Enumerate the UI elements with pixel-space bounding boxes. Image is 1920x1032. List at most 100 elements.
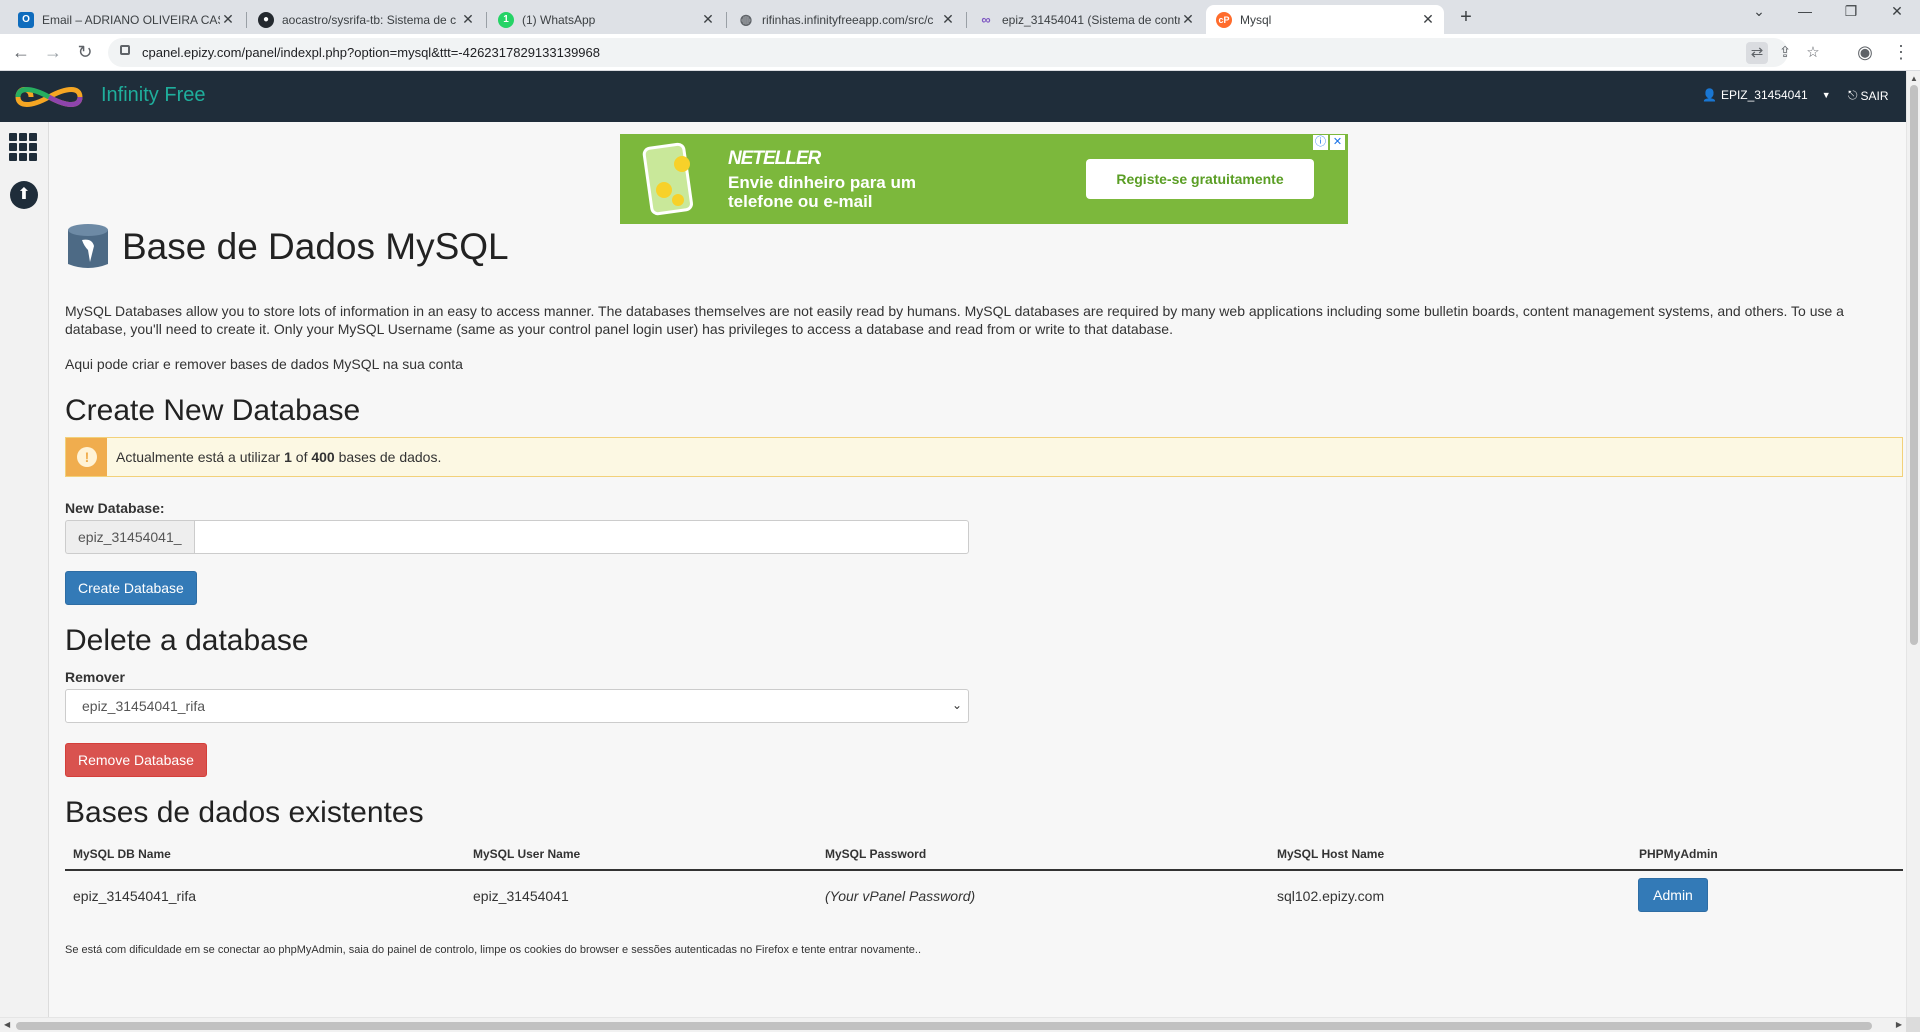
- close-icon[interactable]: ✕: [460, 11, 476, 28]
- upload-icon[interactable]: ⬆: [10, 181, 38, 209]
- horizontal-scroll-thumb[interactable]: [16, 1022, 1872, 1030]
- window-close-icon[interactable]: ✕: [1874, 3, 1920, 20]
- tab-divider: [246, 12, 247, 28]
- create-database-button[interactable]: Create Database: [65, 571, 197, 605]
- browser-tab-github[interactable]: ● aocastro/sysrifa-tb: Sistema de c ✕: [248, 5, 484, 34]
- new-database-input[interactable]: [194, 520, 969, 554]
- scroll-left-icon[interactable]: ◀: [4, 1020, 10, 1029]
- logout-button[interactable]: ⎋ SAIR: [1848, 88, 1889, 103]
- close-icon[interactable]: ✕: [700, 11, 716, 28]
- ad-brand: NETELLER: [728, 148, 821, 169]
- logout-icon: ⎋: [1848, 88, 1858, 102]
- table-header: MySQL DB Name MySQL User Name MySQL Pass…: [65, 838, 1903, 871]
- info-icon[interactable]: ⓘ: [1313, 135, 1328, 150]
- browser-tab-epiz[interactable]: ∞ epiz_31454041 (Sistema de contr ✕: [968, 5, 1204, 34]
- browser-tab-rifinhas[interactable]: ◍ rifinhas.infinityfreeapp.com/src/c ✕: [728, 5, 964, 34]
- column-header: MySQL Password: [825, 847, 927, 861]
- databases-used-count: 1: [284, 449, 292, 465]
- tab-search-icon[interactable]: ⌄: [1736, 3, 1782, 20]
- create-database-heading: Create New Database: [65, 394, 361, 427]
- outlook-icon: O: [18, 11, 34, 28]
- reload-icon[interactable]: ↻: [74, 42, 96, 64]
- column-header: MySQL Host Name: [1277, 847, 1385, 861]
- selected-database: epiz_31454041_rifa: [82, 698, 205, 714]
- exclamation-icon: !: [77, 447, 97, 467]
- tab-title: Mysql: [1240, 12, 1272, 27]
- translate-icon[interactable]: ⇄: [1746, 42, 1768, 64]
- remove-database-label: Remover: [65, 669, 125, 685]
- forward-arrow-icon[interactable]: →: [42, 42, 64, 64]
- new-database-label: New Database:: [65, 500, 165, 516]
- ad-headline-line: telefone ou e-mail: [728, 192, 873, 211]
- restore-icon[interactable]: ❐: [1828, 3, 1874, 20]
- close-icon[interactable]: ✕: [1180, 11, 1196, 28]
- user-menu[interactable]: 👤 EPIZ_31454041 ▼: [1702, 88, 1831, 102]
- bookmark-star-icon[interactable]: ☆: [1802, 42, 1824, 64]
- close-icon[interactable]: ✕: [1330, 135, 1345, 150]
- tab-divider: [726, 12, 727, 28]
- scroll-up-icon[interactable]: ▲: [1910, 74, 1918, 83]
- ad-headline-line: Envie dinheiro para um: [728, 173, 916, 192]
- advertisement-banner[interactable]: NETELLER Envie dinheiro para um telefone…: [620, 134, 1348, 224]
- intro-subtext: Aqui pode criar e remover bases de dados…: [65, 356, 463, 372]
- app-logo-text[interactable]: Infinity Free: [101, 84, 205, 107]
- new-database-input-group: epiz_31454041_: [65, 520, 969, 554]
- ad-choices[interactable]: ⓘ ✕: [1313, 135, 1345, 150]
- close-icon[interactable]: ✕: [1420, 11, 1436, 28]
- apps-grid-icon[interactable]: [9, 133, 37, 161]
- close-icon[interactable]: ✕: [220, 11, 236, 28]
- remove-database-select[interactable]: epiz_31454041_rifa ⌄: [65, 689, 969, 723]
- browser-tab-mysql[interactable]: cP Mysql ✕: [1206, 5, 1444, 34]
- remove-database-button[interactable]: Remove Database: [65, 743, 207, 777]
- chevron-down-icon: ⌄: [951, 698, 962, 712]
- infinityfree-icon: ∞: [981, 12, 991, 27]
- browser-toolbar: ← → ↻ cpanel.epizy.com/panel/indexpl.php…: [0, 34, 1920, 71]
- username-label: EPIZ_31454041: [1720, 88, 1808, 102]
- phpmyadmin-help-note: Se está com dificuldade em se conectar a…: [65, 944, 922, 956]
- tab-title: rifinhas.infinityfreeapp.com/src/c: [762, 12, 934, 27]
- databases-limit-count: 400: [311, 449, 335, 465]
- horizontal-scrollbar[interactable]: ◀ ▶: [0, 1017, 1906, 1032]
- tab-title: (1) WhatsApp: [522, 12, 596, 27]
- intro-paragraph: MySQL Databases allow you to store lots …: [65, 303, 1844, 337]
- user-icon: 👤: [1702, 88, 1717, 102]
- phpmyadmin-admin-button[interactable]: Admin: [1638, 878, 1708, 912]
- vertical-scrollbar[interactable]: ▲: [1906, 71, 1920, 1017]
- address-bar[interactable]: cpanel.epizy.com/panel/indexpl.php?optio…: [108, 38, 1820, 67]
- tab-divider: [966, 12, 967, 28]
- database-usage-alert: ! Actualmente está a utilizar 1 of 400 b…: [65, 437, 1903, 477]
- page-heading: Base de Dados MySQL: [66, 222, 509, 272]
- tab-title: Email – ADRIANO OLIVEIRA CAST: [42, 12, 220, 27]
- sidebar: ⬆: [0, 122, 49, 1017]
- scrollbar-corner: [1906, 1017, 1920, 1032]
- vertical-scroll-thumb[interactable]: [1910, 85, 1918, 645]
- databases-table: MySQL DB Name MySQL User Name MySQL Pass…: [65, 838, 1903, 923]
- browser-tab-whatsapp[interactable]: 1 (1) WhatsApp ✕: [488, 5, 724, 34]
- tab-title: aocastro/sysrifa-tb: Sistema de c: [282, 12, 457, 27]
- browser-menu-icon[interactable]: ⋮: [1890, 42, 1912, 64]
- browser-tab-strip: O Email – ADRIANO OLIVEIRA CAST ✕ ● aoca…: [0, 0, 1920, 34]
- page-title: Base de Dados MySQL: [122, 226, 509, 267]
- url-text[interactable]: cpanel.epizy.com/panel/indexpl.php?optio…: [142, 45, 600, 60]
- cpanel-icon: cP: [1216, 11, 1232, 28]
- alert-icon-box: !: [66, 438, 107, 476]
- scroll-right-icon[interactable]: ▶: [1896, 1020, 1902, 1029]
- profile-icon[interactable]: ◉: [1854, 42, 1876, 64]
- whatsapp-icon: 1: [498, 11, 514, 28]
- browser-tab-email[interactable]: O Email – ADRIANO OLIVEIRA CAST ✕: [8, 5, 244, 34]
- caret-down-icon: ▼: [1821, 90, 1831, 100]
- minimize-icon[interactable]: —: [1782, 3, 1828, 19]
- tab-divider: [486, 12, 487, 28]
- back-arrow-icon[interactable]: ←: [10, 42, 32, 64]
- existing-databases-heading: Bases de dados existentes: [65, 796, 424, 829]
- delete-database-heading: Delete a database: [65, 624, 309, 657]
- phone-money-icon: [642, 142, 693, 216]
- infinity-logo-icon[interactable]: [14, 81, 84, 113]
- close-icon[interactable]: ✕: [940, 11, 956, 28]
- ad-headline: Envie dinheiro para um telefone ou e-mai…: [728, 173, 916, 211]
- db-name-cell: epiz_31454041_rifa: [73, 888, 196, 904]
- globe-icon: ◍: [739, 11, 753, 27]
- ad-cta-button[interactable]: Registe-se gratuitamente: [1086, 159, 1314, 199]
- share-icon[interactable]: ⇪: [1774, 42, 1796, 64]
- new-tab-button[interactable]: +: [1452, 6, 1480, 28]
